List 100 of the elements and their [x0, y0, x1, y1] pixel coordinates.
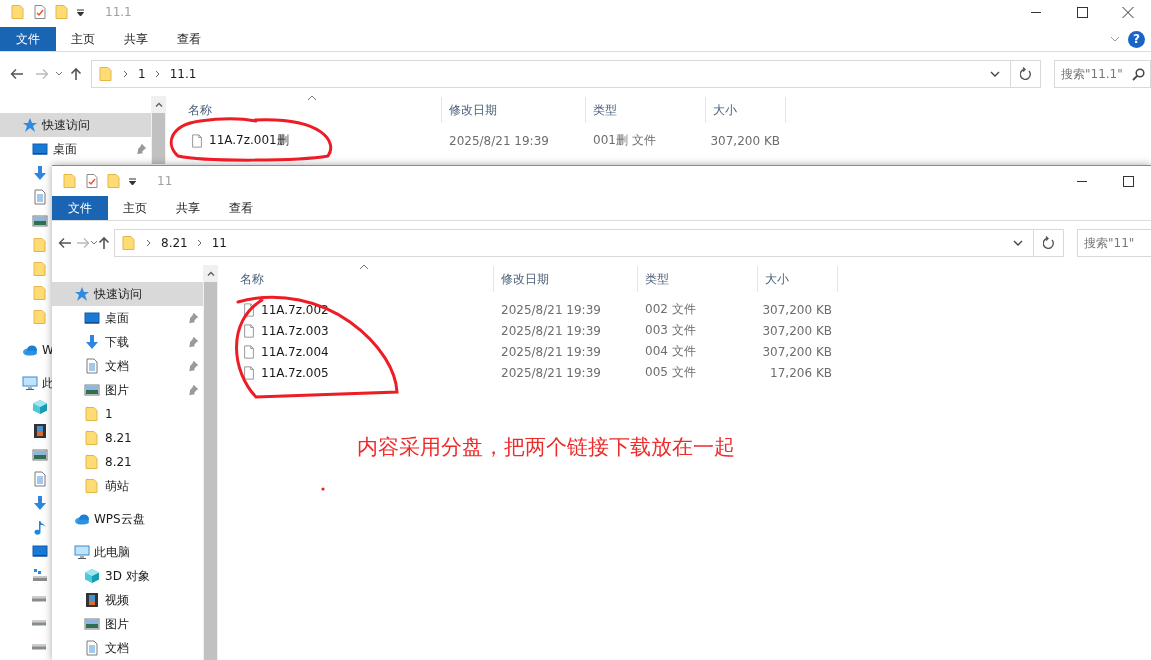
sidebar-item[interactable]: 图片: [52, 378, 129, 402]
ribbon-tab[interactable]: 查看: [214, 196, 267, 220]
drive-icon: [32, 644, 46, 650]
column-header[interactable]: 大小: [706, 97, 786, 123]
sidebar-item[interactable]: 桌面: [0, 137, 77, 161]
sidebar-item[interactable]: 此电脑: [52, 540, 130, 564]
star-icon: [74, 286, 90, 302]
sidebar-item[interactable]: 快速访问: [52, 282, 203, 306]
file-name: 11A.7z.001删: [209, 132, 289, 149]
folder-icon: [106, 173, 122, 189]
up-arrow-icon[interactable]: [70, 67, 83, 81]
scrollbar-thumb[interactable]: [152, 113, 165, 164]
search-field[interactable]: 搜索"11": [1077, 229, 1151, 257]
ribbon-tab[interactable]: 主页: [108, 196, 161, 220]
search-field[interactable]: 搜索"11.1": [1054, 60, 1151, 88]
scroll-up-icon[interactable]: [206, 271, 215, 276]
folder-icon: [10, 4, 26, 20]
folder-icon: [32, 261, 48, 277]
chevron-down-icon[interactable]: [1013, 240, 1023, 246]
back-arrow-icon[interactable]: [9, 68, 24, 80]
folder-icon: [62, 173, 78, 189]
monitor-icon: [84, 310, 100, 326]
monitor-icon: [32, 141, 48, 157]
address-bar[interactable]: 8.21 11: [114, 229, 1034, 257]
column-header[interactable]: 名称: [166, 97, 442, 123]
close-icon[interactable]: [1122, 6, 1134, 18]
column-header[interactable]: 类型: [586, 97, 706, 123]
sidebar-item[interactable]: 萌站: [52, 474, 129, 498]
ribbon-tab[interactable]: 共享: [109, 27, 162, 51]
chevron-down-icon[interactable]: [990, 71, 1000, 77]
checklist-icon: [84, 173, 100, 189]
column-header[interactable]: 类型: [638, 266, 758, 292]
sidebar-item[interactable]: 文档: [52, 354, 129, 378]
drive-icon: [32, 596, 46, 602]
scroll-up-icon[interactable]: [154, 102, 163, 107]
address-bar[interactable]: 1 11.1: [91, 60, 1011, 88]
sidebar-item[interactable]: 8.21: [52, 450, 132, 474]
breadcrumb-item[interactable]: 8.21: [161, 230, 188, 256]
maximize-icon[interactable]: [1122, 175, 1134, 187]
ribbon-tab[interactable]: 文件: [52, 196, 108, 220]
search-icon[interactable]: [1132, 68, 1145, 81]
file-size: 307,200 KB: [762, 344, 832, 359]
ribbon-tab[interactable]: 共享: [161, 196, 214, 220]
file-type: 005 文件: [645, 365, 696, 379]
annotation-note: 内容采用分盘，把两个链接下载放在一起: [357, 435, 735, 459]
chevron-down-icon[interactable]: [90, 240, 98, 246]
breadcrumb-item[interactable]: 1: [138, 61, 146, 87]
file-size: 17,206 KB: [770, 365, 832, 380]
sidebar-item[interactable]: WPS云盘: [52, 507, 145, 531]
network-drive-icon: [32, 567, 48, 583]
chevron-down-icon[interactable]: [55, 71, 64, 77]
sidebar-item[interactable]: 下载: [52, 330, 129, 354]
picture-icon: [32, 213, 48, 229]
music-note-icon: [32, 519, 48, 535]
sidebar-item[interactable]: 文档: [52, 636, 129, 660]
sidebar-item[interactable]: 快速访问: [0, 113, 151, 137]
sort-caret-icon: [359, 264, 369, 270]
file-icon: [242, 364, 256, 381]
help-button[interactable]: ?: [1128, 30, 1145, 48]
back-arrow-icon[interactable]: [58, 237, 72, 249]
download-arrow-icon: [32, 165, 48, 181]
breadcrumb-item[interactable]: 11: [211, 230, 227, 256]
chevron-icon: [123, 70, 129, 78]
column-header[interactable]: 修改日期: [494, 266, 638, 292]
minimize-icon[interactable]: [1030, 11, 1042, 13]
folder-icon: [84, 478, 100, 494]
file-icon: [242, 343, 256, 360]
minimize-icon[interactable]: [1076, 180, 1088, 182]
column-header[interactable]: 修改日期: [442, 97, 586, 123]
sidebar-item[interactable]: 3D 对象: [52, 564, 150, 588]
file-size: 307,200 KB: [762, 323, 832, 338]
ribbon-tab[interactable]: 查看: [162, 27, 215, 51]
file-icon: [242, 301, 256, 318]
maximize-icon[interactable]: [1076, 6, 1088, 18]
column-header[interactable]: 名称: [218, 266, 494, 292]
sidebar-item[interactable]: 1: [52, 402, 113, 426]
refresh-button[interactable]: [1011, 60, 1041, 88]
caret-icon[interactable]: [128, 176, 137, 186]
folder-icon: [98, 66, 114, 82]
file-name: 11A.7z.003: [261, 323, 329, 338]
ribbon-tab[interactable]: 文件: [0, 27, 56, 51]
column-header[interactable]: 大小: [758, 266, 838, 292]
scrollbar[interactable]: [151, 96, 166, 164]
ribbon-tab[interactable]: 主页: [56, 27, 109, 51]
sort-caret-icon: [307, 95, 317, 101]
sidebar-item[interactable]: 视频: [52, 588, 129, 612]
caret-icon[interactable]: [76, 7, 85, 17]
document-icon: [32, 471, 48, 487]
file-name: 11A.7z.004: [261, 344, 329, 359]
breadcrumb-item[interactable]: 11.1: [169, 61, 197, 87]
file-size: 307,200 KB: [762, 302, 832, 317]
download-arrow-icon: [32, 495, 48, 511]
up-arrow-icon[interactable]: [98, 236, 110, 250]
annotation-dot: [321, 487, 325, 491]
sidebar-item[interactable]: 桌面: [52, 306, 129, 330]
document-icon: [32, 189, 48, 205]
sidebar-item[interactable]: 8.21: [52, 426, 132, 450]
refresh-button[interactable]: [1034, 229, 1064, 257]
sidebar-item[interactable]: 图片: [52, 612, 129, 636]
file-size: 307,200 KB: [710, 133, 780, 148]
